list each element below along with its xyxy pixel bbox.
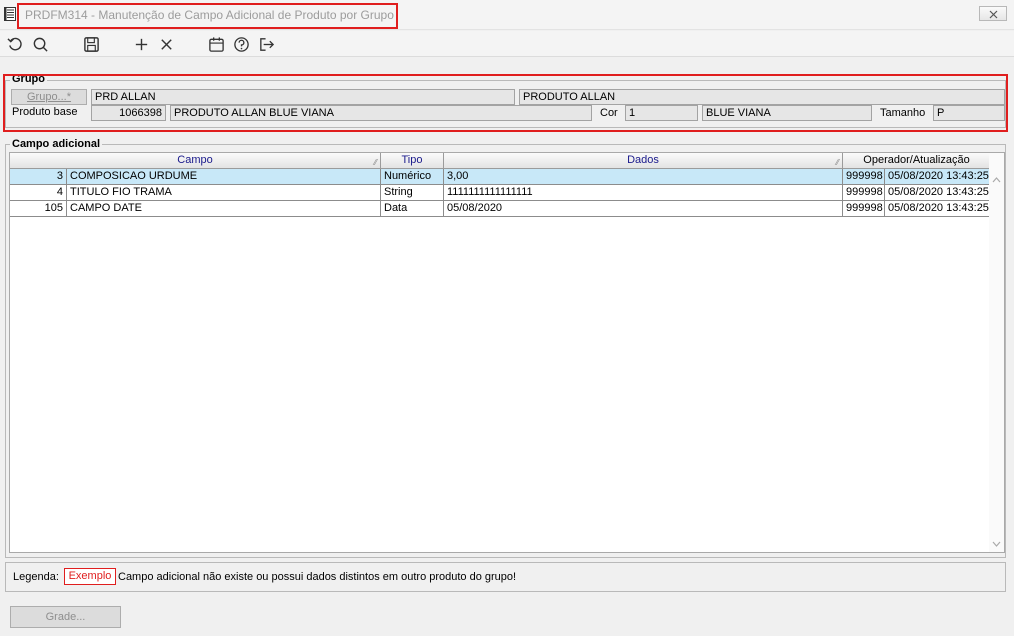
tamanho-label: Tamanho [880, 107, 926, 119]
calendar-button[interactable] [206, 34, 226, 54]
grupo-button[interactable]: Grupo...* [11, 89, 87, 105]
sort-icon: ⁄⁄ [374, 158, 377, 167]
close-button[interactable] [979, 6, 1007, 21]
help-icon [233, 36, 249, 52]
legend-text: Campo adicional não existe ou possui dad… [118, 571, 517, 583]
save-icon [83, 36, 99, 52]
refresh-icon [6, 37, 22, 50]
row-tipo: Data [381, 201, 444, 217]
produto-base-code-field[interactable]: 1066398 [91, 105, 166, 121]
row-id: 105 [10, 201, 67, 217]
exit-icon [259, 37, 274, 51]
calendar-icon [208, 36, 224, 52]
column-header-tipo[interactable]: Tipo [381, 153, 444, 169]
delete-icon [160, 38, 172, 50]
produto-base-label: Produto base [12, 106, 78, 118]
save-button[interactable] [81, 34, 101, 54]
row-id: 3 [10, 169, 67, 185]
campo-grid[interactable]: Campo ⁄⁄ Tipo Dados ⁄⁄ Operador/Atualizaçã… [9, 152, 1005, 553]
title-highlight-box [17, 3, 398, 29]
row-campo: COMPOSICAO URDUME [67, 169, 381, 185]
row-campo: CAMPO DATE [67, 201, 381, 217]
close-icon [989, 10, 998, 19]
search-button[interactable] [30, 34, 50, 54]
add-button[interactable] [131, 34, 151, 54]
search-icon [33, 37, 48, 52]
refresh-button[interactable] [5, 34, 25, 54]
table-row[interactable]: 3 COMPOSICAO URDUME Numérico 3,00 999998… [10, 169, 991, 185]
toolbar [0, 31, 1014, 57]
column-header-dados-label: Dados [627, 154, 659, 166]
cor-code-field[interactable]: 1 [625, 105, 698, 121]
app-icon [4, 7, 16, 21]
table-row[interactable]: 4 TITULO FIO TRAMA String 11111111111111… [10, 185, 991, 201]
column-header-operador-label: Operador/Atualização [863, 154, 970, 166]
row-campo: TITULO FIO TRAMA [67, 185, 381, 201]
grade-button[interactable]: Grade... [10, 606, 121, 628]
row-atualizacao: 05/08/2020 13:43:25 [885, 185, 991, 201]
row-dados[interactable]: 05/08/2020 [444, 201, 843, 217]
column-header-tipo-label: Tipo [401, 154, 423, 166]
campo-section-label: Campo adicional [10, 138, 103, 150]
row-atualizacao: 05/08/2020 13:43:25 [885, 201, 991, 217]
tamanho-field[interactable]: P [933, 105, 1005, 121]
vertical-scrollbar[interactable] [989, 153, 1004, 552]
row-operador: 999998 [843, 169, 885, 185]
cor-label: Cor [600, 107, 618, 119]
add-icon [135, 38, 147, 50]
row-operador: 999998 [843, 185, 885, 201]
scroll-down-icon[interactable] [992, 541, 1001, 547]
grupo-code-field[interactable]: PRD ALLAN [91, 89, 515, 105]
row-atualizacao: 05/08/2020 13:43:25 [885, 169, 991, 185]
produto-base-desc-field[interactable]: PRODUTO ALLAN BLUE VIANA [170, 105, 592, 121]
row-tipo: Numérico [381, 169, 444, 185]
grupo-button-label: Grupo...* [26, 91, 72, 103]
delete-button[interactable] [156, 34, 176, 54]
column-header-operador[interactable]: Operador/Atualização [843, 153, 991, 169]
table-row[interactable]: 105 CAMPO DATE Data 05/08/2020 999998 05… [10, 201, 991, 217]
exit-button[interactable] [256, 34, 276, 54]
scroll-up-icon[interactable] [992, 177, 1001, 183]
cor-desc-field[interactable]: BLUE VIANA [702, 105, 872, 121]
column-header-campo[interactable]: Campo ⁄⁄ [10, 153, 381, 169]
row-id: 4 [10, 185, 67, 201]
column-header-campo-label: Campo [177, 154, 213, 166]
help-button[interactable] [231, 34, 251, 54]
row-tipo: String [381, 185, 444, 201]
legend-label: Legenda: [13, 571, 59, 583]
row-dados[interactable]: 3,00 [444, 169, 843, 185]
row-operador: 999998 [843, 201, 885, 217]
column-header-dados[interactable]: Dados ⁄⁄ [444, 153, 843, 169]
row-dados[interactable]: 1111111111111111 [444, 185, 843, 201]
sort-icon: ⁄⁄ [836, 158, 839, 167]
grupo-desc-field[interactable]: PRODUTO ALLAN [519, 89, 1005, 105]
legend-example-swatch: Exemplo [64, 568, 116, 585]
